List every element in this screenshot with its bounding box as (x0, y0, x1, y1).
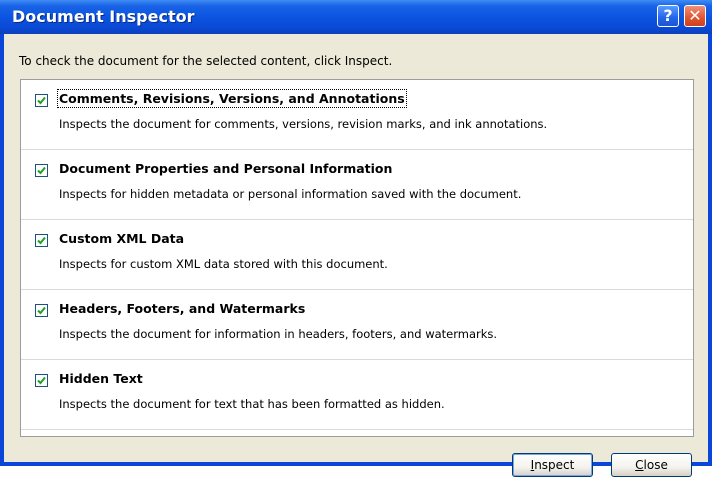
item-title[interactable]: Custom XML Data (59, 231, 184, 246)
checkbox-document-properties[interactable] (35, 164, 48, 177)
window-close-button[interactable]: ✕ (684, 5, 706, 27)
window-title: Document Inspector (12, 7, 195, 26)
inspection-options-list[interactable]: Comments, Revisions, Versions, and Annot… (20, 79, 694, 437)
title-bar[interactable]: Document Inspector ? ✕ (0, 0, 712, 34)
item-description: Inspects for hidden metadata or personal… (59, 187, 522, 201)
item-title[interactable]: Headers, Footers, and Watermarks (59, 301, 305, 316)
checkbox-custom-xml[interactable] (35, 234, 48, 247)
list-item[interactable]: Comments, Revisions, Versions, and Annot… (21, 80, 693, 150)
list-item[interactable]: Headers, Footers, and Watermarks Inspect… (21, 290, 693, 360)
list-item[interactable]: Document Properties and Personal Informa… (21, 150, 693, 220)
item-description: Inspects the document for information in… (59, 327, 498, 341)
list-item[interactable]: Hidden Text Inspects the document for te… (21, 360, 693, 430)
item-title[interactable]: Comments, Revisions, Versions, and Annot… (57, 89, 407, 108)
item-description: Inspects the document for comments, vers… (59, 117, 548, 131)
inspect-button[interactable]: Inspect (512, 453, 593, 477)
inspect-label-rest: nspect (534, 458, 575, 472)
checkmark-icon (37, 166, 46, 175)
close-button[interactable]: Close (611, 453, 692, 477)
item-title[interactable]: Hidden Text (59, 371, 143, 386)
checkmark-icon (37, 236, 46, 245)
checkbox-headers-footers[interactable] (35, 304, 48, 317)
item-title[interactable]: Document Properties and Personal Informa… (59, 161, 392, 176)
item-description: Inspects for custom XML data stored with… (59, 257, 388, 271)
close-label-rest: lose (643, 458, 668, 472)
inspect-button-label: Inspect (531, 454, 575, 476)
checkbox-comments-revisions[interactable] (35, 94, 48, 107)
instruction-text: To check the document for the selected c… (19, 54, 393, 68)
close-mnemonic: C (635, 458, 644, 472)
close-button-label: Close (635, 454, 668, 476)
help-button[interactable]: ? (657, 5, 679, 27)
list-item[interactable]: Custom XML Data Inspects for custom XML … (21, 220, 693, 290)
checkbox-hidden-text[interactable] (35, 374, 48, 387)
checkmark-icon (37, 376, 46, 385)
item-description: Inspects the document for text that has … (59, 397, 445, 411)
help-icon: ? (663, 6, 673, 25)
close-icon: ✕ (688, 6, 702, 25)
checkmark-icon (37, 306, 46, 315)
checkmark-icon (37, 96, 46, 105)
